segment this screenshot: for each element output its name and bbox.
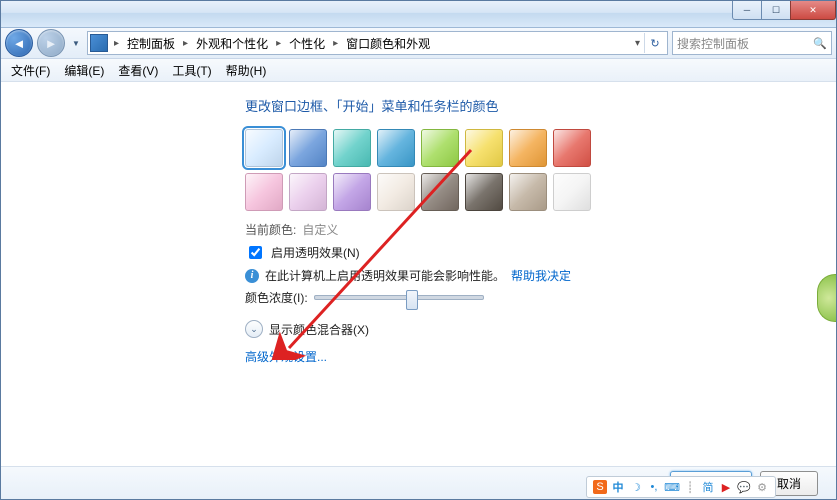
expand-mixer-button[interactable]: ⌄ bbox=[245, 320, 263, 338]
breadcrumb-root[interactable]: 控制面板 bbox=[123, 33, 179, 54]
nav-toolbar: ◄ ► ▼ ▸ 控制面板 ▸ 外观和个性化 ▸ 个性化 ▸ 窗口颜色和外观 ▾ … bbox=[1, 28, 836, 59]
color-swatch[interactable] bbox=[333, 173, 371, 211]
transparency-checkbox[interactable] bbox=[249, 246, 262, 259]
menu-edit[interactable]: 编辑(E) bbox=[58, 60, 110, 81]
slider-thumb[interactable] bbox=[406, 290, 418, 310]
refresh-button[interactable]: ↻ bbox=[644, 33, 665, 53]
color-swatch[interactable] bbox=[465, 173, 503, 211]
color-swatch[interactable] bbox=[333, 129, 371, 167]
color-swatch[interactable] bbox=[553, 173, 591, 211]
help-decide-link[interactable]: 帮助我决定 bbox=[511, 267, 571, 284]
color-swatch[interactable] bbox=[377, 173, 415, 211]
window-maximize-button[interactable]: ☐ bbox=[761, 1, 791, 20]
ime-div-icon: ┊ bbox=[683, 480, 697, 494]
color-swatch[interactable] bbox=[377, 129, 415, 167]
color-swatch[interactable] bbox=[509, 129, 547, 167]
current-color-value: 自定义 bbox=[302, 221, 338, 238]
color-swatch[interactable] bbox=[553, 129, 591, 167]
color-swatch[interactable] bbox=[245, 129, 283, 167]
nav-history-dropdown[interactable]: ▼ bbox=[69, 33, 83, 53]
window-titlebar: ─ ☐ ✕ bbox=[1, 1, 836, 28]
ime-simp-indicator[interactable]: 简 bbox=[701, 480, 715, 494]
menu-view[interactable]: 查看(V) bbox=[112, 60, 164, 81]
menu-help[interactable]: 帮助(H) bbox=[220, 60, 273, 81]
menu-file[interactable]: 文件(F) bbox=[5, 60, 56, 81]
color-swatch[interactable] bbox=[465, 129, 503, 167]
color-swatch[interactable] bbox=[289, 129, 327, 167]
color-swatch[interactable] bbox=[421, 173, 459, 211]
search-icon: 🔍 bbox=[813, 37, 827, 50]
ime-punct-icon[interactable]: •, bbox=[647, 480, 661, 494]
ime-rec-icon[interactable]: ▶ bbox=[719, 480, 733, 494]
ime-keyboard-icon[interactable]: ⌨ bbox=[665, 480, 679, 494]
menu-tools[interactable]: 工具(T) bbox=[166, 60, 217, 81]
color-swatch[interactable] bbox=[509, 173, 547, 211]
window-close-button[interactable]: ✕ bbox=[790, 1, 836, 20]
color-swatch[interactable] bbox=[289, 173, 327, 211]
search-placeholder: 搜索控制面板 bbox=[677, 35, 749, 52]
current-color-label: 当前颜色: bbox=[245, 221, 296, 238]
ime-moon-icon[interactable]: ☽ bbox=[629, 480, 643, 494]
ime-chat-icon[interactable]: 💬 bbox=[737, 480, 751, 494]
intensity-label: 颜色浓度(I): bbox=[245, 289, 308, 306]
nav-forward-button[interactable]: ► bbox=[37, 29, 65, 57]
menu-bar: 文件(F) 编辑(E) 查看(V) 工具(T) 帮助(H) bbox=[1, 59, 836, 82]
performance-note: 在此计算机上启用透明效果可能会影响性能。 bbox=[265, 267, 505, 284]
color-swatch[interactable] bbox=[245, 173, 283, 211]
search-input[interactable]: 搜索控制面板 🔍 bbox=[672, 31, 832, 55]
ime-lang-indicator[interactable]: 中 bbox=[611, 480, 625, 494]
advanced-appearance-link[interactable]: 高级外观设置... bbox=[245, 348, 327, 365]
nav-back-button[interactable]: ◄ bbox=[5, 29, 33, 57]
breadcrumb-personalization[interactable]: 个性化 bbox=[285, 33, 329, 54]
side-handle[interactable] bbox=[817, 274, 836, 322]
breadcrumb-window-color[interactable]: 窗口颜色和外观 bbox=[342, 33, 434, 54]
show-mixer-label: 显示颜色混合器(X) bbox=[269, 321, 369, 338]
ime-tray[interactable]: S 中 ☽ •, ⌨ ┊ 简 ▶ 💬 ⚙ bbox=[586, 476, 776, 498]
transparency-label: 启用透明效果(N) bbox=[271, 244, 360, 261]
info-icon: i bbox=[245, 269, 259, 283]
chevron-right-icon: ▸ bbox=[331, 38, 340, 49]
color-swatch-grid bbox=[245, 129, 595, 211]
chevron-right-icon: ▸ bbox=[112, 38, 121, 49]
address-bar[interactable]: ▸ 控制面板 ▸ 外观和个性化 ▸ 个性化 ▸ 窗口颜色和外观 ▾ ↻ bbox=[87, 31, 668, 55]
chevron-down-icon[interactable]: ▾ bbox=[633, 38, 642, 49]
intensity-slider[interactable] bbox=[314, 290, 484, 306]
slider-track bbox=[314, 295, 484, 300]
chevron-right-icon: ▸ bbox=[274, 38, 283, 49]
page-title: 更改窗口边框、「开始」菜单和任务栏的颜色 bbox=[245, 96, 836, 115]
breadcrumb-appearance[interactable]: 外观和个性化 bbox=[192, 33, 272, 54]
chevron-right-icon: ▸ bbox=[181, 38, 190, 49]
color-swatch[interactable] bbox=[421, 129, 459, 167]
ime-gear-icon[interactable]: ⚙ bbox=[755, 480, 769, 494]
control-panel-icon bbox=[90, 34, 108, 52]
content-area: 更改窗口边框、「开始」菜单和任务栏的颜色 当前颜色: 自定义 启用透明效果(N)… bbox=[1, 82, 836, 466]
window-minimize-button[interactable]: ─ bbox=[732, 1, 762, 20]
ime-logo-icon: S bbox=[593, 480, 607, 494]
